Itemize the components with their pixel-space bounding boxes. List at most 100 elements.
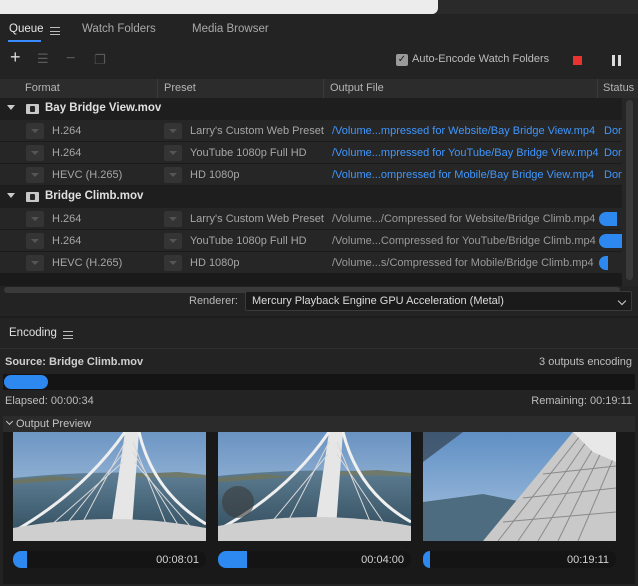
preview-thumbnail — [423, 432, 616, 541]
output-format[interactable]: HEVC (H.265) — [52, 257, 122, 269]
collapse-caret-icon[interactable] — [7, 105, 15, 110]
output-preset[interactable]: Larry's Custom Web Preset — [190, 213, 324, 225]
preview-time: 00:04:00 — [361, 554, 404, 566]
stop-queue-icon[interactable] — [573, 56, 582, 65]
output-status: Done — [604, 169, 622, 181]
collapse-caret-icon[interactable] — [7, 193, 15, 198]
source-row[interactable]: Bridge Climb.mov — [0, 186, 622, 208]
preview-thumbnail — [218, 432, 411, 541]
output-file-path[interactable]: /Volume...Compressed for YouTube/Bridge … — [332, 235, 596, 247]
output-preset[interactable]: YouTube 1080p Full HD — [190, 235, 307, 247]
output-preset[interactable]: HD 1080p — [190, 169, 240, 181]
output-status: Done — [604, 147, 622, 159]
elapsed-time: Elapsed: 00:00:34 — [5, 395, 94, 407]
output-preset[interactable]: YouTube 1080p Full HD — [190, 147, 307, 159]
source-name: Bay Bridge View.mov — [45, 102, 162, 114]
panel-tabs: Queue Watch Folders Media Browser — [0, 14, 638, 44]
column-preset[interactable]: Preset — [164, 82, 196, 94]
encoding-progress-pill — [599, 234, 622, 248]
queue-column-headers: Format Preset Output File Status — [0, 79, 638, 98]
scrollbar-thumb[interactable] — [626, 100, 633, 280]
column-output-file[interactable]: Output File — [330, 82, 384, 94]
output-format[interactable]: HEVC (H.265) — [52, 169, 122, 181]
preset-dropdown[interactable] — [164, 145, 182, 161]
tab-media-browser[interactable]: Media Browser — [192, 23, 269, 35]
output-file-link[interactable]: /Volume...ompressed for Mobile/Bay Bridg… — [332, 169, 594, 181]
preview-progress-bar: 00:04:00 — [218, 551, 411, 568]
output-row[interactable]: HEVC (H.265) HD 1080p /Volume...ompresse… — [0, 164, 622, 186]
overall-progress-fill — [4, 375, 48, 389]
output-format[interactable]: H.264 — [52, 213, 81, 225]
column-divider[interactable] — [323, 79, 324, 98]
tab-queue[interactable]: Queue — [9, 23, 44, 35]
film-icon — [26, 104, 39, 114]
output-status: Done — [604, 125, 622, 137]
preview-time: 00:19:11 — [566, 554, 609, 566]
source-name: Bridge Climb.mov — [45, 190, 144, 202]
format-dropdown[interactable] — [26, 123, 44, 139]
renderer-label: Renderer: — [189, 295, 238, 307]
output-preview-header[interactable]: Output Preview — [3, 416, 635, 432]
format-dropdown[interactable] — [26, 211, 44, 227]
renderer-select[interactable]: Mercury Playback Engine GPU Acceleration… — [245, 291, 632, 311]
tab-watch-folders[interactable]: Watch Folders — [82, 23, 156, 35]
chevron-down-icon[interactable] — [5, 417, 14, 426]
output-preset[interactable]: Larry's Custom Web Preset — [190, 125, 324, 137]
column-format[interactable]: Format — [25, 82, 60, 94]
output-file-link[interactable]: /Volume...mpressed for YouTube/Bay Bridg… — [332, 147, 599, 159]
column-divider[interactable] — [157, 79, 158, 98]
encoding-menu-icon[interactable] — [63, 331, 73, 339]
output-format[interactable]: H.264 — [52, 235, 81, 247]
source-row[interactable]: Bay Bridge View.mov — [0, 98, 622, 120]
preview-progress-fill — [423, 551, 430, 568]
duplicate-icon[interactable]: ❐ — [94, 52, 106, 68]
format-dropdown[interactable] — [26, 255, 44, 271]
column-divider[interactable] — [597, 79, 598, 98]
preset-dropdown[interactable] — [164, 233, 182, 249]
renderer-value: Mercury Playback Engine GPU Acceleration… — [252, 295, 504, 307]
output-file-path[interactable]: /Volume.../Compressed for Website/Bridge… — [332, 213, 595, 225]
encoding-progress-pill — [599, 256, 608, 270]
preset-dropdown[interactable] — [164, 123, 182, 139]
encoding-panel: Encoding Source: Bridge Climb.mov 3 outp… — [0, 318, 638, 586]
pause-queue-icon[interactable] — [612, 55, 621, 66]
settings-sliders-icon[interactable]: ☰ — [37, 51, 49, 67]
auto-encode-label: Auto-Encode Watch Folders — [412, 53, 550, 65]
column-status[interactable]: Status — [603, 82, 634, 94]
preset-dropdown[interactable] — [164, 211, 182, 227]
window-top-strip — [0, 0, 638, 14]
format-dropdown[interactable] — [26, 145, 44, 161]
output-format[interactable]: H.264 — [52, 125, 81, 137]
title-area — [0, 0, 438, 14]
preset-dropdown[interactable] — [164, 167, 182, 183]
active-tab-indicator — [8, 40, 41, 42]
chevron-down-icon — [617, 296, 627, 306]
output-file-link[interactable]: /Volume...mpressed for Website/Bay Bridg… — [332, 125, 595, 137]
preset-dropdown[interactable] — [164, 255, 182, 271]
format-dropdown[interactable] — [26, 233, 44, 249]
encoding-source: Source: Bridge Climb.mov — [5, 356, 144, 368]
add-source-icon[interactable]: + — [10, 48, 21, 66]
queue-vertical-scrollbar[interactable] — [622, 98, 638, 286]
auto-encode-checkbox[interactable]: ✓ — [396, 54, 408, 66]
queue-menu-icon[interactable] — [50, 27, 60, 35]
remove-icon[interactable]: − — [66, 51, 75, 67]
output-file-path[interactable]: /Volume...s/Compressed for Mobile/Bridge… — [332, 257, 594, 269]
output-row[interactable]: HEVC (H.265) HD 1080p /Volume...s/Compre… — [0, 252, 622, 274]
output-format[interactable]: H.264 — [52, 147, 81, 159]
output-row[interactable]: H.264 YouTube 1080p Full HD /Volume...mp… — [0, 142, 622, 164]
output-row[interactable]: H.264 Larry's Custom Web Preset /Volume.… — [0, 120, 622, 142]
overall-progress-bar — [3, 374, 635, 390]
preview-thumbnail — [13, 432, 206, 541]
film-icon — [26, 192, 39, 202]
output-row[interactable]: H.264 Larry's Custom Web Preset /Volume.… — [0, 208, 622, 230]
encoding-panel-title[interactable]: Encoding — [9, 327, 57, 339]
output-row[interactable]: H.264 YouTube 1080p Full HD /Volume...Co… — [0, 230, 622, 252]
preview-progress-fill — [13, 551, 27, 568]
divider — [0, 348, 638, 349]
remaining-time: Remaining: 00:19:11 — [531, 395, 632, 407]
output-preset[interactable]: HD 1080p — [190, 257, 240, 269]
preview-progress-bar: 00:08:01 — [13, 551, 206, 568]
format-dropdown[interactable] — [26, 167, 44, 183]
preview-time: 00:08:01 — [156, 554, 199, 566]
